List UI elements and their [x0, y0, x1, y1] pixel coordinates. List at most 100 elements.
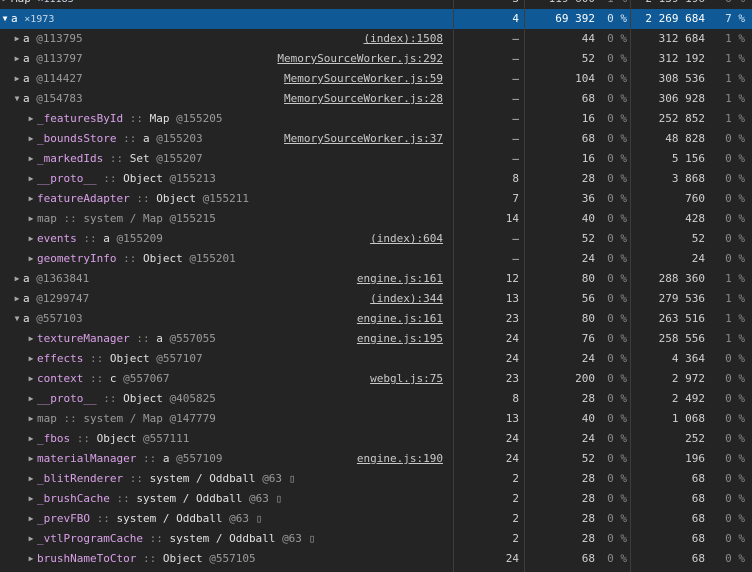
triangle-right-icon[interactable]: ▶ — [26, 529, 36, 549]
source-link[interactable]: (index):1508 — [364, 29, 443, 49]
shallow-cell: 76 0 % — [525, 329, 630, 349]
triangle-right-icon[interactable]: ▶ — [26, 349, 36, 369]
retained-percent: 1 % — [725, 32, 745, 45]
triangle-right-icon[interactable]: ▶ — [26, 129, 36, 149]
constructor-cell: ▼ a @557103 engine.js:161 — [0, 309, 453, 329]
node-label: map :: system / Map @155215 — [37, 209, 216, 229]
triangle-right-icon[interactable]: ▶ — [26, 509, 36, 529]
table-row[interactable]: ▶ _vtlProgramCache :: system / Oddball @6… — [0, 529, 752, 549]
triangle-right-icon[interactable]: ▶ — [26, 249, 36, 269]
triangle-right-icon[interactable]: ▶ — [0, 0, 10, 9]
triangle-right-icon[interactable]: ▶ — [26, 409, 36, 429]
constructor-cell: ▶ events :: a @155209 (index):604 — [0, 229, 453, 249]
table-row[interactable]: ▶Map ×111833119 6001 %2 139 1966 % — [0, 0, 752, 9]
node-label: a @1299747 — [23, 289, 89, 309]
table-row[interactable]: ▶ a @113797 MemorySourceWorker.js:292 – 52 0 … — [0, 49, 752, 69]
triangle-right-icon[interactable]: ▶ — [26, 189, 36, 209]
table-row[interactable]: ▼ a @154783 MemorySourceWorker.js:28 – 68 0 %… — [0, 89, 752, 109]
table-row[interactable]: ▶ geometryInfo :: Object @155201 – 24 0 % 24 0… — [0, 249, 752, 269]
table-row[interactable]: ▶ materialManager :: a @557109 engine.js:1… — [0, 449, 752, 469]
triangle-right-icon[interactable]: ▶ — [26, 549, 36, 569]
retained-percent: 0 % — [725, 252, 745, 265]
table-row[interactable]: ▶ effects :: Object @557107 24 24 0 % 4 364 0 … — [0, 349, 752, 369]
triangle-right-icon[interactable]: ▶ — [12, 29, 22, 49]
triangle-right-icon[interactable]: ▶ — [12, 289, 22, 309]
table-row[interactable]: ▶ __proto__ :: Object @155213 8 28 0 % 3 868 0… — [0, 169, 752, 189]
node-label: _boundsStore :: a @155203 — [37, 129, 203, 149]
distance-value: – — [512, 232, 519, 245]
table-row[interactable]: ▶ a @1299747 (index):344 13 56 0 % 279 536 1 % — [0, 289, 752, 309]
table-row[interactable]: ▶ _blitRenderer :: system / Oddball @63 ▯… — [0, 469, 752, 489]
source-link[interactable]: (index):604 — [370, 229, 443, 249]
table-row[interactable]: ▶ textureManager :: a @557055 engine.js:19… — [0, 329, 752, 349]
triangle-right-icon[interactable]: ▶ — [26, 389, 36, 409]
table-row[interactable]: ▶ a @1363841 engine.js:161 12 80 0 % 288 360 1 … — [0, 269, 752, 289]
table-row[interactable]: ▶ a @114427 MemorySourceWorker.js:59 – 104 0 … — [0, 69, 752, 89]
source-link[interactable]: MemorySourceWorker.js:292 — [277, 49, 443, 69]
node-label: effects :: Object @557107 — [37, 349, 203, 369]
table-row[interactable]: ▶ brushNameToCtor :: Object @557105 24 68 0 … — [0, 549, 752, 569]
triangle-right-icon[interactable]: ▶ — [26, 109, 36, 129]
triangle-right-icon[interactable]: ▶ — [26, 449, 36, 469]
property-separator: :: — [123, 132, 137, 145]
table-row[interactable]: ▶ a @113795 (index):1508 – 44 0 % 312 684 1 % — [0, 29, 752, 49]
triangle-right-icon[interactable]: ▶ — [26, 329, 36, 349]
constructor-name: Map — [149, 112, 170, 125]
shallow-size: 44 — [581, 32, 595, 45]
triangle-right-icon[interactable]: ▶ — [26, 149, 36, 169]
shallow-cell: 28 0 % — [525, 389, 630, 409]
source-link[interactable]: (index):344 — [370, 289, 443, 309]
source-link[interactable]: engine.js:190 — [357, 449, 443, 469]
shallow-size: 200 — [575, 372, 595, 385]
triangle-right-icon[interactable]: ▶ — [12, 69, 22, 89]
triangle-right-icon[interactable]: ▶ — [26, 469, 36, 489]
shallow-percent: 0 % — [607, 472, 627, 485]
shallow-cell: 24 0 % — [525, 429, 630, 449]
table-row[interactable]: ▶ map :: system / Map @155215 14 40 0 % 428 0 … — [0, 209, 752, 229]
triangle-down-icon[interactable]: ▼ — [12, 89, 22, 109]
distance-value: 24 — [505, 332, 519, 345]
source-link[interactable]: engine.js:161 — [357, 269, 443, 289]
property-separator: :: — [129, 472, 143, 485]
triangle-right-icon[interactable]: ▶ — [26, 169, 36, 189]
table-row[interactable]: ▶ context :: c @557067 webgl.js:75 23 200 0 %… — [0, 369, 752, 389]
table-row[interactable]: ▶ _boundsStore :: a @155203 MemorySourceWo… — [0, 129, 752, 149]
property-name: map — [37, 412, 57, 425]
table-row[interactable]: ▶ _brushCache :: system / Oddball @63 ▯ 2 2… — [0, 489, 752, 509]
triangle-down-icon[interactable]: ▼ — [12, 309, 22, 329]
instance-count: ×11183 — [38, 0, 74, 5]
triangle-right-icon[interactable]: ▶ — [26, 489, 36, 509]
source-link[interactable]: engine.js:161 — [357, 309, 443, 329]
triangle-down-icon[interactable]: ▼ — [0, 9, 10, 29]
source-link[interactable]: MemorySourceWorker.js:37 — [284, 129, 443, 149]
table-row[interactable]: ▶ _fbos :: Object @557111 24 24 0 % 252 0 % — [0, 429, 752, 449]
triangle-right-icon[interactable]: ▶ — [26, 209, 36, 229]
source-link[interactable]: MemorySourceWorker.js:28 — [284, 89, 443, 109]
table-row[interactable]: ▶ _prevFBO :: system / Oddball @63 ▯ 2 28 0 … — [0, 509, 752, 529]
table-row[interactable]: ▶ _featuresById :: Map @155205 – 16 0 % 252 8… — [0, 109, 752, 129]
table-row[interactable]: ▶ __proto__ :: Object @405825 8 28 0 % 2 492 0… — [0, 389, 752, 409]
triangle-right-icon[interactable]: ▶ — [12, 269, 22, 289]
triangle-right-icon[interactable]: ▶ — [12, 49, 22, 69]
retained-cell: 252 0 % — [631, 429, 752, 449]
retained-cell: 48 828 0 % — [631, 129, 752, 149]
source-link[interactable]: engine.js:195 — [357, 329, 443, 349]
retained-cell: 760 0 % — [631, 189, 752, 209]
table-row[interactable]: ▶ _markedIds :: Set @155207 – 16 0 % 5 156 0 % — [0, 149, 752, 169]
shallow-size: 24 — [581, 252, 595, 265]
shallow-cell: 16 0 % — [525, 149, 630, 169]
triangle-right-icon[interactable]: ▶ — [26, 229, 36, 249]
table-row[interactable]: ▶ featureAdapter :: Object @155211 7 36 0 % 7… — [0, 189, 752, 209]
retained-cell: 196 0 % — [631, 449, 752, 469]
source-link[interactable]: MemorySourceWorker.js:59 — [284, 69, 443, 89]
source-link[interactable]: webgl.js:75 — [370, 369, 443, 389]
retained-percent: 0 % — [725, 132, 745, 145]
triangle-right-icon[interactable]: ▶ — [26, 369, 36, 389]
distance-cell: – — [454, 229, 524, 249]
table-row[interactable]: ▶ map :: system / Map @147779 13 40 0 % 1 068… — [0, 409, 752, 429]
table-row[interactable]: ▼ a @557103 engine.js:161 23 80 0 % 263 516 1 % — [0, 309, 752, 329]
retained-cell: 2 492 0 % — [631, 389, 752, 409]
triangle-right-icon[interactable]: ▶ — [26, 429, 36, 449]
table-row[interactable]: ▶ events :: a @155209 (index):604 – 52 0 % 52 0… — [0, 229, 752, 249]
table-row[interactable]: ▼ a ×1973 4 69 392 0 % 2 269 684 7 % — [0, 9, 752, 29]
